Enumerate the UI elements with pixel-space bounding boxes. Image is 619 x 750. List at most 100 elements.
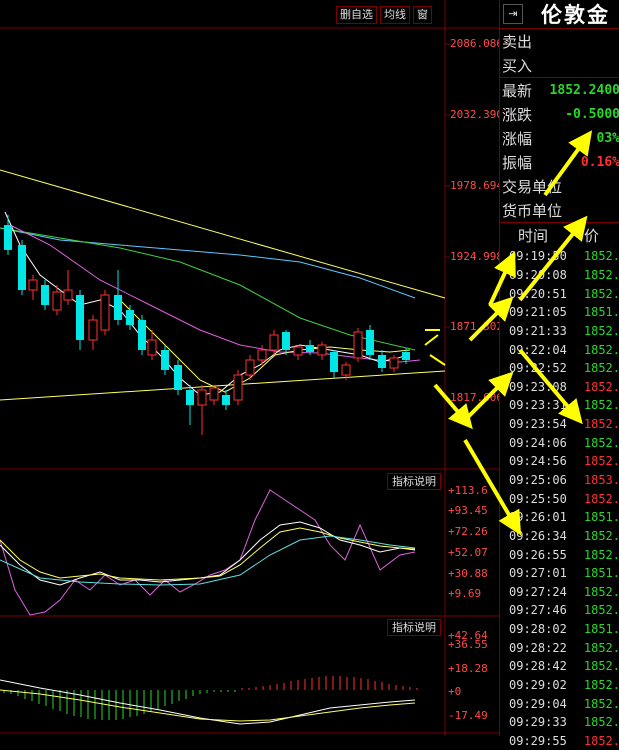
- col-price: 价: [584, 226, 600, 245]
- candle-body: [147, 339, 157, 356]
- candle-body: [209, 387, 219, 401]
- candle-body: [100, 294, 110, 331]
- tick-row: 09:23:31 1852.: [500, 396, 619, 415]
- candle-body: [41, 285, 49, 305]
- candlesticks: [4, 215, 410, 435]
- tick-row: 09:27:46 1852.: [500, 601, 619, 620]
- chart-area[interactable]: 删自选 均线 窗 2086.086 2032.390 1978.694 1924…: [0, 0, 503, 736]
- pct-row: 涨幅 03%: [500, 126, 619, 150]
- candle-body: [233, 374, 243, 401]
- tick-time: 09:23:54: [509, 417, 567, 432]
- tick-row: 09:23:54 1852.: [500, 415, 619, 434]
- change-label: 涨跌: [502, 105, 533, 124]
- candle-body: [76, 295, 84, 340]
- pin-icon[interactable]: ⇥: [503, 4, 523, 24]
- candle-body: [88, 319, 98, 341]
- candle-body: [269, 334, 279, 351]
- tick-time: 09:27:24: [509, 584, 567, 599]
- tick-list[interactable]: 09:19:50 1852. 09:20:08 1852. 09:20:51 1852. 0…: [500, 247, 619, 750]
- tick-time: 09:27:01: [509, 566, 567, 581]
- candle-body: [306, 345, 314, 352]
- tick-price: 1852.: [583, 435, 619, 450]
- tick-time: 09:29:55: [509, 733, 567, 748]
- amp-value: 0.16%: [580, 154, 619, 170]
- candle-body: [402, 352, 410, 360]
- tick-row: 09:20:08 1852.: [500, 266, 619, 285]
- amp-row: 振幅 0.16%: [500, 150, 619, 174]
- candle-body: [28, 279, 38, 291]
- candle-body: [341, 364, 351, 376]
- tick-table-header: 时间 价: [500, 222, 619, 247]
- amp-label: 振幅: [502, 153, 533, 172]
- tick-price: 1852.: [583, 267, 619, 282]
- candle-body: [138, 320, 146, 350]
- tick-price: 1852.: [583, 323, 619, 338]
- candle-body: [197, 389, 207, 406]
- tick-row: 09:26:01 1851.: [500, 508, 619, 527]
- tick-time: 09:26:01: [509, 510, 567, 525]
- tick-price: 1851.: [583, 510, 619, 525]
- tick-time: 09:23:31: [509, 398, 567, 413]
- candle-body: [282, 332, 290, 350]
- tick-time: 09:20:08: [509, 267, 567, 282]
- currency-row: 货币单位: [500, 198, 619, 222]
- price-label: 2086.086: [450, 37, 503, 50]
- indicator2-axis-label: -17.49: [448, 709, 488, 722]
- tick-price: 1851.: [583, 622, 619, 637]
- candle-body: [161, 350, 169, 370]
- tick-price: 1852.: [583, 659, 619, 674]
- window-button[interactable]: 窗: [413, 6, 432, 24]
- buy-row: 买入: [500, 53, 619, 77]
- candle-body: [114, 295, 122, 320]
- tick-row: 09:28:42 1852.: [500, 657, 619, 676]
- tick-price: 1852.: [583, 603, 619, 618]
- candle-body: [63, 289, 73, 301]
- ma-toggle-button[interactable]: 均线: [380, 6, 410, 24]
- last-label: 最新: [502, 81, 533, 100]
- tick-time: 09:26:34: [509, 528, 567, 543]
- tick-time: 09:26:55: [509, 547, 567, 562]
- chart-toolbar: 删自选 均线 窗: [336, 6, 432, 24]
- tick-time: 09:29:33: [509, 715, 567, 730]
- indicator1-help-button[interactable]: 指标说明: [387, 473, 441, 490]
- tick-time: 09:23:08: [509, 379, 567, 394]
- tick-time: 09:24:56: [509, 454, 567, 469]
- indicator2-axis-label: +18.28: [448, 662, 488, 675]
- indicator1-axis-label: +72.26: [448, 525, 488, 538]
- tick-time: 09:27:46: [509, 603, 567, 618]
- tick-time: 09:21:05: [509, 305, 567, 320]
- quote-header: ⇥ 伦敦金: [500, 0, 619, 29]
- tick-row: 09:27:01 1851.: [500, 564, 619, 583]
- delete-favorite-button[interactable]: 删自选: [336, 6, 377, 24]
- candle-body: [222, 395, 230, 405]
- tick-row: 09:24:06 1852.: [500, 433, 619, 452]
- change-row: 涨跌 -0.5000: [500, 102, 619, 126]
- tick-row: 09:23:08 1852.: [500, 377, 619, 396]
- candle-body: [245, 359, 255, 376]
- tick-row: 09:29:04 1852.: [500, 694, 619, 713]
- tick-price: 1852.: [583, 398, 619, 413]
- price-label: 1817.606: [450, 391, 503, 404]
- tick-time: 09:21:33: [509, 323, 567, 338]
- indicator2-help-button[interactable]: 指标说明: [387, 619, 441, 636]
- candle-body: [186, 390, 194, 405]
- indicator2-axis-label: +36.55: [448, 638, 488, 651]
- tick-price: 1852.: [583, 491, 619, 506]
- candle-body: [126, 310, 134, 325]
- price-label: 2032.390: [450, 108, 503, 121]
- indicator1-axis-label: +30.88: [448, 567, 488, 580]
- candle-body: [293, 346, 303, 356]
- tick-price: 1851.: [583, 566, 619, 581]
- candle-body: [353, 331, 363, 359]
- indicator1-axis-label: +93.45: [448, 504, 488, 517]
- tick-row: 09:22:04 1852.: [500, 340, 619, 359]
- candle-body: [366, 330, 374, 355]
- tick-time: 09:22:04: [509, 342, 567, 357]
- tick-price: 1852.: [583, 249, 619, 264]
- candle-body: [4, 225, 12, 250]
- quote-sidebar: ⇥ 伦敦金 卖出 买入 最新 1852.2400 涨跌 -0.5000 涨幅 0…: [499, 0, 619, 748]
- currency-unit-label: 货币单位: [502, 201, 563, 220]
- tick-price: 1852.: [583, 715, 619, 730]
- tick-row: 09:29:33 1852.: [500, 713, 619, 732]
- tick-row: 09:28:22 1852.: [500, 638, 619, 657]
